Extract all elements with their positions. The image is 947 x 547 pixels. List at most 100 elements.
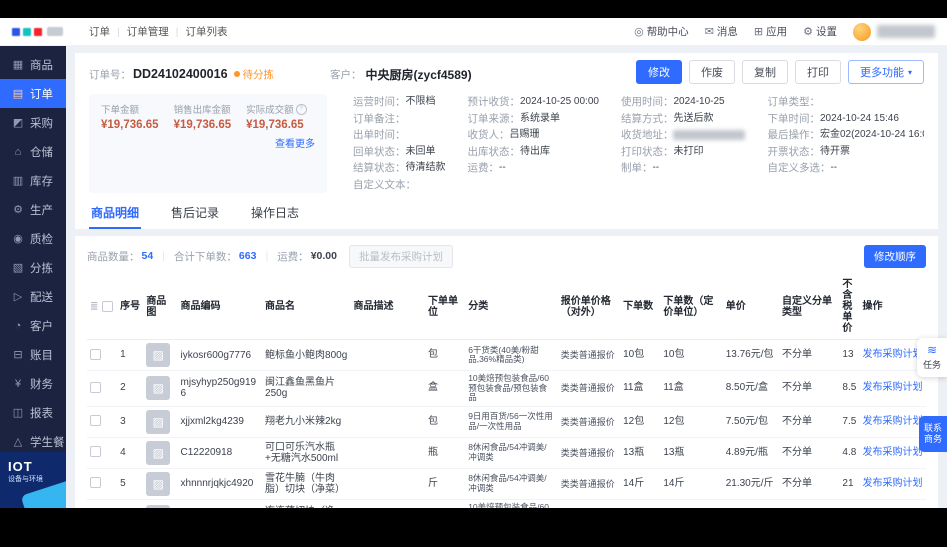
- contact-sales-floating-button[interactable]: 联系商务: [919, 416, 947, 452]
- items-table: ≣ 序号 商品图 商品编码 商品名 商品描述 下单单位 分类 报价单价格（对外） 下单数 下单数（定…: [87, 274, 926, 508]
- sidebar-item-仓储[interactable]: ⌂ 仓储: [0, 137, 66, 166]
- sidebar-item-配送[interactable]: ▷ 配送: [0, 282, 66, 311]
- cell-unit: 盒: [424, 370, 466, 407]
- column-header-3: 商品名: [262, 274, 351, 340]
- row-checkbox[interactable]: [90, 415, 101, 427]
- more-actions-button[interactable]: 更多功能 ▾: [847, 60, 924, 84]
- info-value: --: [652, 162, 660, 173]
- username-redacted: [877, 25, 935, 38]
- cell-split-type: 不分单: [779, 406, 840, 438]
- cell-action: 发布采购计划: [859, 406, 926, 438]
- info-value: 系统录单: [520, 112, 560, 124]
- sidebar-item-label: 报表: [30, 407, 53, 420]
- cell-category: 10美焙预包装食品/60预包装食品/预包装食品: [465, 370, 558, 407]
- order-info-row: 使用时间： 2024-10-25: [621, 94, 746, 111]
- topnav-apps[interactable]: ⊞ 应用: [754, 24, 787, 39]
- topnav-settings[interactable]: ⚙ 设置: [803, 24, 837, 39]
- tab-operation-log[interactable]: 操作日志: [249, 197, 301, 229]
- cell-category: 8休闲食品/54冲调美/冲调类: [465, 437, 558, 469]
- cell-quote-price: 类类普通报价: [557, 437, 621, 469]
- sidebar-item-订单[interactable]: ▤ 订单: [0, 79, 66, 108]
- sidebar-item-生产[interactable]: ⚙ 生产: [0, 195, 66, 224]
- info-label: 使用时间：: [620, 96, 674, 108]
- sidebar-menu: ▦ 商品 ▤ 订单 ◩ 采购 ⌂ 仓储 ▥ 库存 ⚙ 生产 ◉ 质检 ▧ 分拣 ▷ 配送 ◔ 客户 ⊟ 账目 ¥ 财务 ◫ 报表 △…: [0, 46, 66, 452]
- publish-purchase-plan-link[interactable]: 发布采购计划: [863, 416, 923, 427]
- tab-product-detail[interactable]: 商品明细: [89, 197, 142, 229]
- cell-unit: 斤: [424, 468, 466, 500]
- summary-value: 54: [141, 250, 154, 262]
- sidebar-item-报表[interactable]: ◫ 报表: [0, 398, 66, 427]
- cell-image: ▨: [143, 437, 178, 469]
- product-image-placeholder: ▨: [146, 409, 171, 434]
- void-button[interactable]: 作废: [688, 60, 735, 84]
- summary-value: ¥0.00: [310, 250, 337, 262]
- sidebar-item-label: 库存: [30, 175, 53, 188]
- publish-purchase-plan-link[interactable]: 发布采购计划: [863, 349, 923, 360]
- amount-item: 销售出库金额 ¥19,736.65: [174, 102, 232, 131]
- info-label: 结算方式：: [620, 112, 674, 125]
- print-button[interactable]: 打印: [794, 60, 841, 84]
- sidebar-item-客户[interactable]: ◔ 客户: [0, 311, 66, 340]
- info-label: 制单：: [620, 162, 653, 174]
- info-label: 订单备注：: [353, 112, 406, 125]
- row-checkbox[interactable]: [90, 382, 101, 394]
- order-info-row: 订单来源： 系统录单: [468, 111, 599, 128]
- order-actions: 修改 作废 复制 打印 更多功能 ▾: [629, 60, 924, 84]
- cell-split-type: 不分单: [779, 339, 840, 371]
- sidebar-item-采购[interactable]: ◩ 采购: [0, 108, 66, 137]
- sidebar-item-账目[interactable]: ⊟ 账目: [0, 340, 66, 369]
- amount-value: ¥19,736.65: [173, 119, 232, 131]
- cell-qty: 10包: [620, 339, 661, 371]
- sidebar-item-财务[interactable]: ¥ 财务: [0, 369, 66, 398]
- summary-item: 运费：¥0.00: [256, 249, 337, 264]
- sidebar-item-分拣[interactable]: ▧ 分拣: [0, 253, 66, 282]
- user-avatar[interactable]: [853, 22, 871, 41]
- row-checkbox[interactable]: [90, 446, 101, 458]
- column-header-12: 不含税单价: [839, 274, 860, 340]
- row-checkbox[interactable]: [90, 477, 101, 489]
- product-image-placeholder: ▨: [146, 376, 171, 401]
- order-info-row: 结算状态： 待清结款: [353, 160, 446, 177]
- cell-qty: 15斤: [620, 499, 661, 508]
- production-icon: ⚙: [13, 204, 23, 216]
- sidebar-item-学生餐[interactable]: △ 学生餐: [0, 427, 66, 452]
- batch-publish-button[interactable]: 批量发布采购计划: [348, 244, 453, 268]
- breadcrumb-item-orders[interactable]: 订单: [89, 24, 110, 39]
- publish-purchase-plan-link[interactable]: 发布采购计划: [863, 447, 923, 458]
- order-info-row: 结算方式： 先送后款: [621, 111, 746, 128]
- view-more-link[interactable]: 查看更多: [101, 135, 315, 150]
- cell-qty-price-unit: 13瓶: [660, 437, 723, 469]
- sidebar-item-库存[interactable]: ▥ 库存: [0, 166, 66, 195]
- row-select-cell: [87, 406, 118, 438]
- iot-logo[interactable]: IOT 设备与环境: [0, 452, 66, 508]
- topnav-help[interactable]: ◎ 帮助中心: [634, 24, 689, 39]
- logo-redacted: [47, 27, 63, 36]
- publish-purchase-plan-link[interactable]: 发布采购计划: [863, 478, 923, 489]
- copy-button[interactable]: 复制: [741, 60, 788, 84]
- cell-image: ▨: [143, 499, 178, 508]
- breadcrumb-item-order-list[interactable]: 订单列表: [169, 24, 227, 39]
- row-checkbox[interactable]: [90, 348, 101, 360]
- sidebar-item-商品[interactable]: ▦ 商品: [0, 50, 66, 79]
- delivery-icon: ▷: [13, 291, 23, 303]
- modify-order-button[interactable]: 修改顺序: [864, 244, 926, 268]
- topnav-message[interactable]: ✉ 消息: [705, 24, 738, 39]
- cell-unit: 斤: [424, 499, 466, 508]
- cell-action: 发布采购计划: [859, 370, 926, 407]
- task-floating-button[interactable]: ≋ 任务: [917, 338, 947, 377]
- column-header-9: 下单数（定价单位）: [660, 274, 723, 340]
- cell-split-type: 不分单: [779, 370, 840, 407]
- redacted-value: [673, 130, 746, 141]
- sidebar-item-质检[interactable]: ◉ 质检: [0, 224, 66, 253]
- info-label: 运费：: [467, 162, 500, 174]
- publish-purchase-plan-link[interactable]: 发布采购计划: [863, 382, 923, 393]
- amount-label: 销售出库金额: [173, 105, 231, 116]
- tab-aftersale-record[interactable]: 售后记录: [169, 197, 221, 229]
- info-label: 下单时间：: [767, 112, 820, 125]
- info-value: --: [499, 162, 506, 173]
- goods-icon: ▦: [12, 59, 24, 71]
- select-all-checkbox[interactable]: [102, 300, 114, 312]
- cell-unit-price: 16.50元/斤: [722, 499, 780, 508]
- modify-button[interactable]: 修改: [635, 60, 682, 84]
- breadcrumb-item-order-management[interactable]: 订单管理: [110, 24, 169, 39]
